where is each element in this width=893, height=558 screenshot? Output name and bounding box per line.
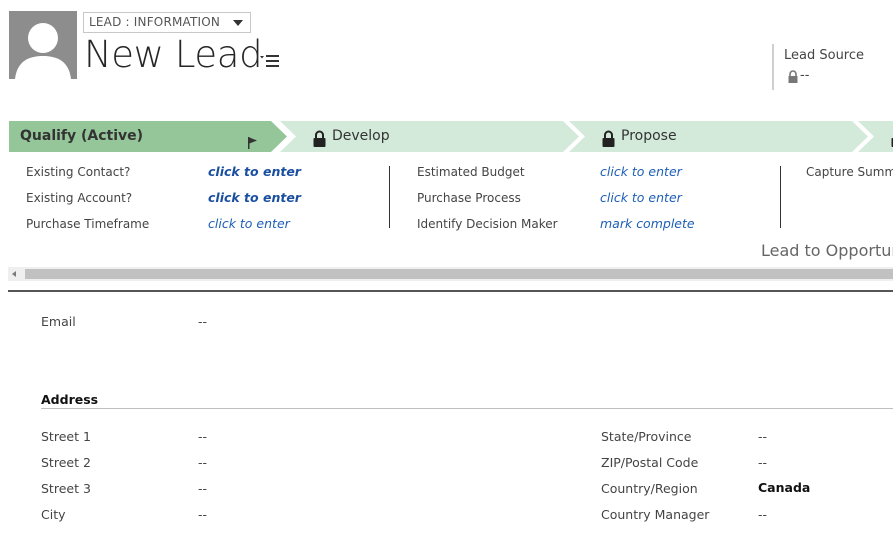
street3-label: Street 3 [41,481,91,496]
country-field[interactable]: Canada [758,480,810,495]
header-field-label: Lead Source [784,48,865,63]
address-section-title: Address [41,392,99,407]
lock-icon [313,128,326,159]
horizontal-scrollbar[interactable] [8,267,893,281]
stage-qualify[interactable]: Qualify (Active) [9,121,287,152]
state-field[interactable]: -- [758,429,767,444]
column-divider [780,166,781,228]
stage-label: Develop [332,128,390,144]
step-input[interactable]: click to enter [600,190,682,205]
form-selector-label: LEAD : INFORMATION [89,15,221,29]
step-input[interactable]: mark complete [600,216,695,231]
step-label: Existing Account? [26,191,133,205]
street2-label: Street 2 [41,455,91,470]
scrollbar-thumb[interactable] [25,269,893,279]
zip-label: ZIP/Postal Code [601,455,699,470]
street1-field[interactable]: -- [198,429,207,444]
section-rule [41,408,893,409]
step-input[interactable]: click to enter [208,216,290,231]
street1-label: Street 1 [41,429,91,444]
street3-field[interactable]: -- [198,481,207,496]
step-label: Estimated Budget [417,165,525,179]
stage-label: Qualify (Active) [20,128,144,144]
zip-field[interactable]: -- [758,455,767,470]
process-name: Lead to Opportur [761,241,893,260]
step-label: Identify Decision Maker [417,217,558,231]
city-label: City [41,507,66,522]
step-label: Purchase Timeframe [26,217,150,231]
country-manager-field[interactable]: -- [758,507,767,522]
email-label: Email [41,314,76,329]
lock-icon [602,128,615,159]
flag-icon[interactable] [248,130,258,161]
country-manager-label: Country Manager [601,507,710,522]
stage-label: Propose [621,128,677,144]
street2-field[interactable]: -- [198,455,207,470]
form-selector-dropdown[interactable]: LEAD : INFORMATION [83,12,252,33]
step-label: Existing Contact? [26,165,131,179]
stage-develop[interactable]: Develop [280,121,579,152]
email-field[interactable]: -- [198,314,207,329]
column-divider [389,166,390,228]
stage-propose[interactable]: Propose [569,121,868,152]
record-title: New Lead [84,33,263,76]
scroll-left-icon[interactable] [12,271,16,277]
lock-icon [788,68,798,87]
chevron-down-icon [233,20,244,26]
step-label: Capture Summa [806,165,893,179]
city-field[interactable]: -- [198,507,207,522]
step-label: Purchase Process [417,191,521,205]
entity-image-placeholder[interactable] [9,11,77,79]
section-separator [8,290,893,292]
header-divider [772,44,774,90]
country-label: Country/Region [601,481,698,496]
state-label: State/Province [601,429,692,444]
record-menu-icon[interactable] [259,53,281,69]
header-field-value: -- [800,68,810,83]
step-input[interactable]: click to enter [208,190,301,205]
step-input[interactable]: click to enter [600,164,682,179]
step-input[interactable]: click to enter [208,164,301,179]
person-icon [15,23,71,79]
